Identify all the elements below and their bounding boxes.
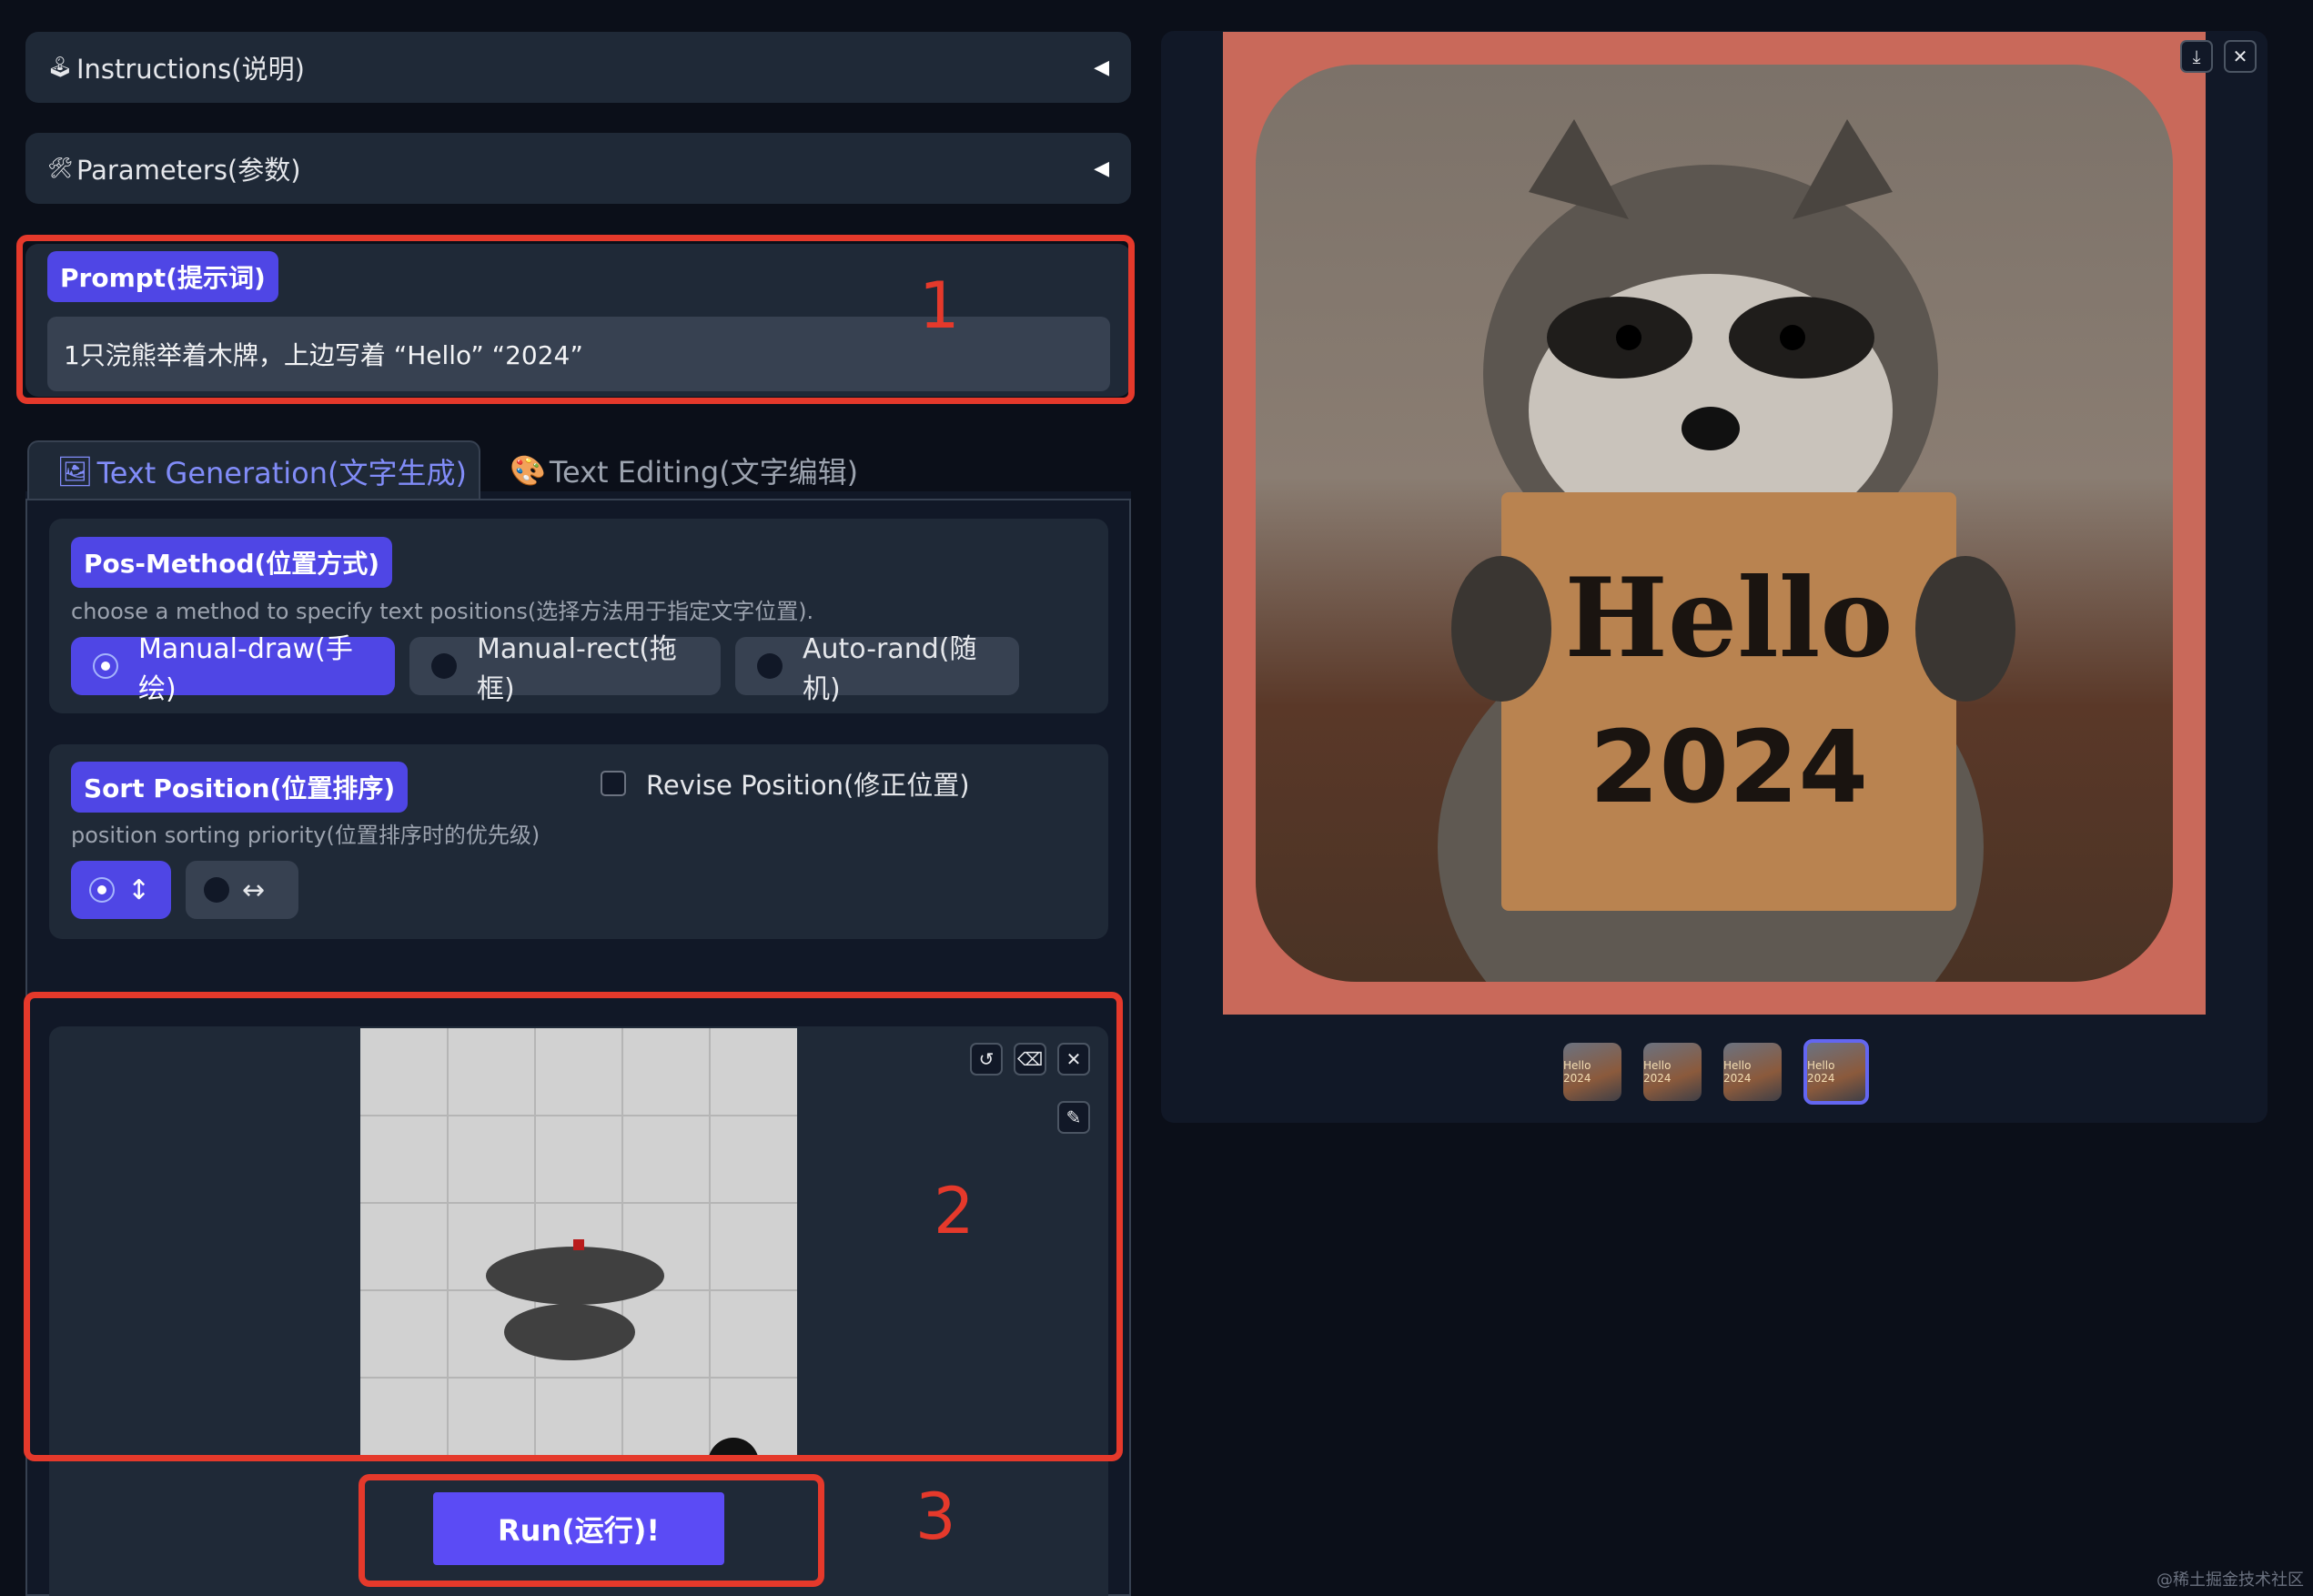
watermark: @稀土掘金技术社区 (2156, 1571, 2304, 1590)
palette-icon: 🎨 (510, 453, 546, 488)
vertical-arrows-icon: ↕ (127, 874, 151, 906)
instructions-label: Instructions(说明) (76, 54, 305, 85)
thumbnail-label: Hello 2024 (1723, 1059, 1752, 1085)
joystick-icon: 🕹 (47, 56, 73, 79)
instructions-accordion[interactable]: 🕹 Instructions(说明) ◀ (25, 32, 1131, 103)
thumbnail-label: Hello 2024 (1563, 1059, 1591, 1085)
sign-text-1: Hello (1565, 554, 1894, 682)
radio-label: Auto-rand(随机) (803, 633, 977, 705)
thumbnail-label: Hello 2024 (1807, 1059, 1835, 1085)
radio-dot (93, 653, 118, 679)
revise-position-checkbox[interactable]: Revise Position(修正位置) (601, 764, 970, 803)
sign-text-2: 2024 (1590, 709, 1868, 825)
radio-dot (431, 653, 457, 679)
sort-vertical-option[interactable]: ↕ (71, 861, 171, 919)
annotation-1: 1 (919, 268, 960, 343)
checkbox-box[interactable] (601, 771, 626, 796)
highlight-box-3 (359, 1474, 824, 1587)
pos-method-description: choose a method to specify text position… (71, 599, 814, 624)
download-icon[interactable]: ⤓ (2180, 40, 2213, 73)
tab-text-editing[interactable]: 🎨 Text Editing(文字编辑) (510, 440, 928, 500)
sort-horizontal-option[interactable]: ↔ (186, 861, 298, 919)
radio-dot (757, 653, 783, 679)
sort-position-description: position sorting priority(位置排序时的优先级) (71, 823, 540, 848)
radio-label: Manual-rect(拖框) (477, 633, 677, 705)
radio-dot (89, 877, 115, 903)
annotation-3: 3 (915, 1480, 956, 1554)
thumbnail-2[interactable]: Hello 2024 (1643, 1043, 1702, 1101)
thumbnail-4[interactable]: Hello 2024 (1803, 1039, 1869, 1105)
tools-icon: 🛠 (47, 157, 73, 180)
picture-icon: 🖼 (56, 454, 94, 489)
pos-method-label: Pos-Method(位置方式) (71, 537, 393, 588)
sort-position-label: Sort Position(位置排序) (71, 762, 409, 813)
radio-dot (204, 877, 229, 903)
highlight-box-1 (16, 235, 1135, 404)
thumbnail-1[interactable]: Hello 2024 (1563, 1043, 1621, 1101)
parameters-label: Parameters(参数) (76, 155, 301, 186)
radio-auto-rand[interactable]: Auto-rand(随机) (735, 633, 1019, 705)
radio-manual-rect[interactable]: Manual-rect(拖框) (409, 633, 721, 705)
thumbnail-3[interactable]: Hello 2024 (1723, 1043, 1782, 1101)
thumbnail-label: Hello 2024 (1643, 1059, 1672, 1085)
tab-text-generation[interactable]: 🖼 Text Generation(文字生成) (27, 440, 480, 500)
raccoon-illustration: Hello 2024 (1438, 119, 2015, 982)
annotation-2: 2 (934, 1174, 975, 1248)
collapse-arrow-icon: ◀ (1094, 56, 1109, 79)
radio-manual-draw[interactable]: Manual-draw(手绘) (71, 633, 395, 705)
radio-label: Manual-draw(手绘) (138, 633, 353, 705)
tab-label: Text Editing(文字编辑) (549, 455, 859, 490)
image-inner: Hello 2024 (1256, 65, 2173, 982)
collapse-arrow-icon: ◀ (1094, 157, 1109, 180)
horizontal-arrows-icon: ↔ (242, 874, 266, 906)
tab-label: Text Generation(文字生成) (96, 456, 468, 490)
parameters-accordion[interactable]: 🛠 Parameters(参数) ◀ (25, 133, 1131, 204)
output-image[interactable]: Hello 2024 (1223, 32, 2206, 1015)
revise-position-label: Revise Position(修正位置) (646, 770, 970, 801)
close-icon[interactable]: ✕ (2224, 40, 2257, 73)
